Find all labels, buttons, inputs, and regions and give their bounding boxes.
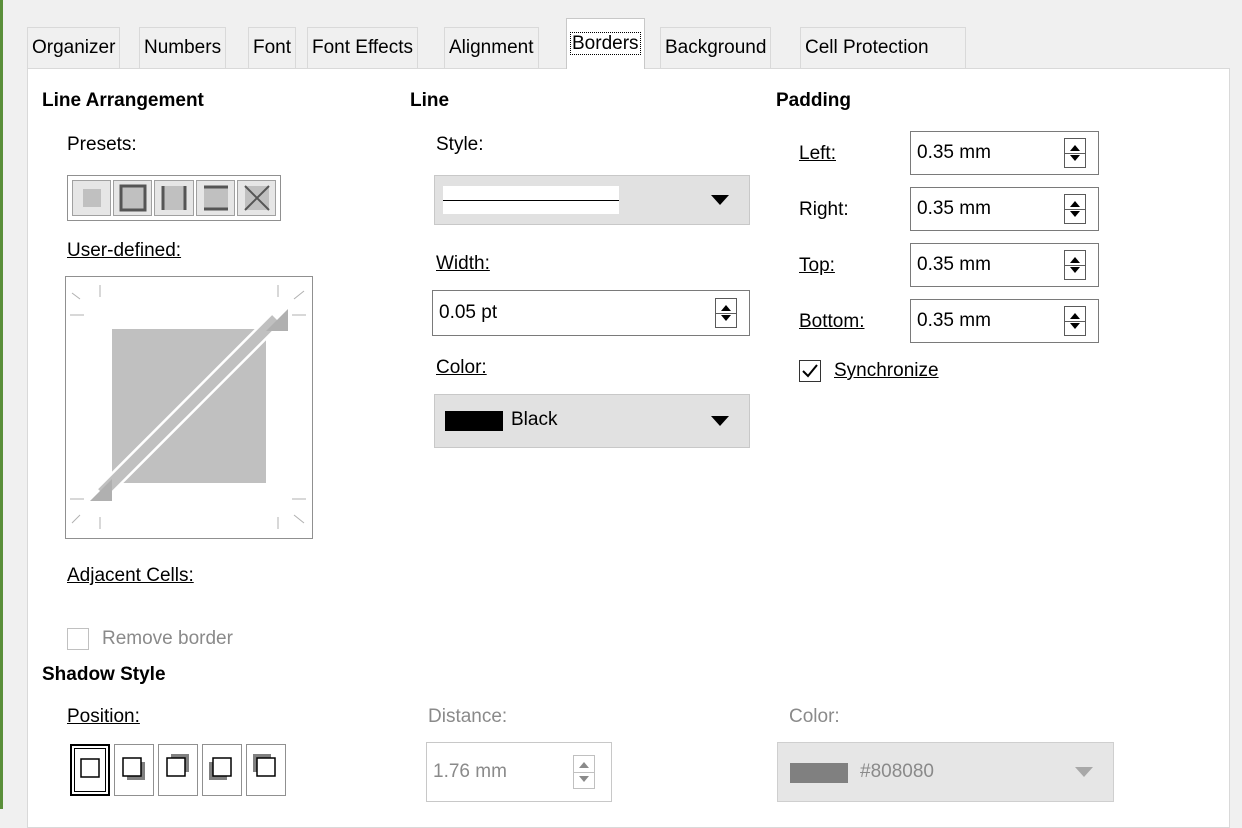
- shadow-color-value: #808080: [860, 761, 934, 782]
- line-color-dropdown[interactable]: Black: [434, 394, 750, 448]
- distance-spin-buttons[interactable]: [573, 755, 595, 789]
- synchronize-checkbox[interactable]: [799, 360, 821, 382]
- user-defined-label: User-defined:: [67, 240, 182, 261]
- preset-outer-border-icon[interactable]: [113, 180, 153, 216]
- padding-right-spin-buttons[interactable]: [1064, 194, 1086, 224]
- padding-top-spinbox[interactable]: 0.35 mm: [910, 243, 1099, 287]
- chevron-down-icon: [711, 416, 729, 426]
- shadow-color-dropdown[interactable]: #808080: [777, 742, 1114, 802]
- tab-background[interactable]: Background: [660, 27, 772, 69]
- shadow-top-left-icon[interactable]: [246, 744, 286, 796]
- shadow-style-heading: Shadow Style: [42, 664, 166, 685]
- padding-right-label: Right:: [799, 199, 849, 220]
- padding-top-label: Top:: [799, 255, 835, 276]
- tab-font[interactable]: Font: [248, 27, 297, 69]
- preset-none-icon[interactable]: [72, 180, 112, 216]
- tab-borders[interactable]: Borders: [566, 18, 645, 69]
- presets-label: Presets:: [67, 134, 137, 155]
- window-edge: [0, 0, 3, 809]
- shadow-position-selector: [67, 741, 288, 801]
- width-spinbox[interactable]: 0.05 pt: [432, 290, 750, 336]
- tab-cell-protection[interactable]: Cell Protection: [800, 27, 966, 69]
- shadow-bottom-left-icon[interactable]: [202, 744, 242, 796]
- user-defined-border-editor[interactable]: [65, 276, 313, 539]
- remove-border-label: Remove border: [102, 628, 233, 649]
- shadow-color-label: Color:: [789, 706, 840, 727]
- padding-left-spinbox[interactable]: 0.35 mm: [910, 131, 1099, 175]
- chevron-down-icon: [711, 195, 729, 205]
- padding-heading: Padding: [776, 90, 851, 111]
- padding-bottom-spinbox[interactable]: 0.35 mm: [910, 299, 1099, 343]
- line-style-preview: [443, 186, 619, 214]
- shadow-bottom-right-icon[interactable]: [114, 744, 154, 796]
- style-dropdown[interactable]: [434, 175, 750, 225]
- checkmark-icon: [802, 364, 818, 378]
- remove-border-checkbox[interactable]: [67, 628, 89, 650]
- tab-organizer[interactable]: Organizer: [27, 27, 121, 69]
- padding-bottom-spin-buttons[interactable]: [1064, 306, 1086, 336]
- width-label: Width:: [436, 253, 490, 274]
- distance-label: Distance:: [428, 706, 508, 727]
- preset-top-bottom-icon[interactable]: [195, 180, 235, 216]
- tab-numbers[interactable]: Numbers: [139, 27, 227, 69]
- position-label: Position:: [67, 706, 140, 727]
- presets-selector: [67, 175, 281, 221]
- line-heading: Line: [410, 90, 450, 111]
- padding-right-spinbox[interactable]: 0.35 mm: [910, 187, 1099, 231]
- color-value: Black: [511, 409, 558, 430]
- color-swatch: [445, 411, 503, 431]
- tab-alignment[interactable]: Alignment: [444, 27, 539, 69]
- shadow-color-swatch: [790, 763, 848, 783]
- padding-bottom-label: Bottom:: [799, 311, 865, 332]
- chevron-down-icon: [1075, 767, 1093, 777]
- tab-font-effects[interactable]: Font Effects: [307, 27, 419, 69]
- shadow-top-right-icon[interactable]: [158, 744, 198, 796]
- line-arrangement-heading: Line Arrangement: [42, 90, 204, 111]
- distance-spinbox[interactable]: 1.76 mm: [426, 742, 612, 802]
- preset-diagonal-icon[interactable]: [236, 180, 277, 216]
- padding-left-spin-buttons[interactable]: [1064, 138, 1086, 168]
- preset-left-right-icon[interactable]: [154, 180, 194, 216]
- shadow-none-icon[interactable]: [70, 744, 110, 796]
- width-spin-buttons[interactable]: [715, 298, 737, 328]
- synchronize-label: Synchronize: [834, 360, 939, 381]
- color-label: Color:: [436, 357, 487, 378]
- style-label: Style:: [436, 134, 484, 155]
- adjacent-cells-label: Adjacent Cells:: [67, 565, 194, 586]
- padding-top-spin-buttons[interactable]: [1064, 250, 1086, 280]
- padding-left-label: Left:: [799, 143, 836, 164]
